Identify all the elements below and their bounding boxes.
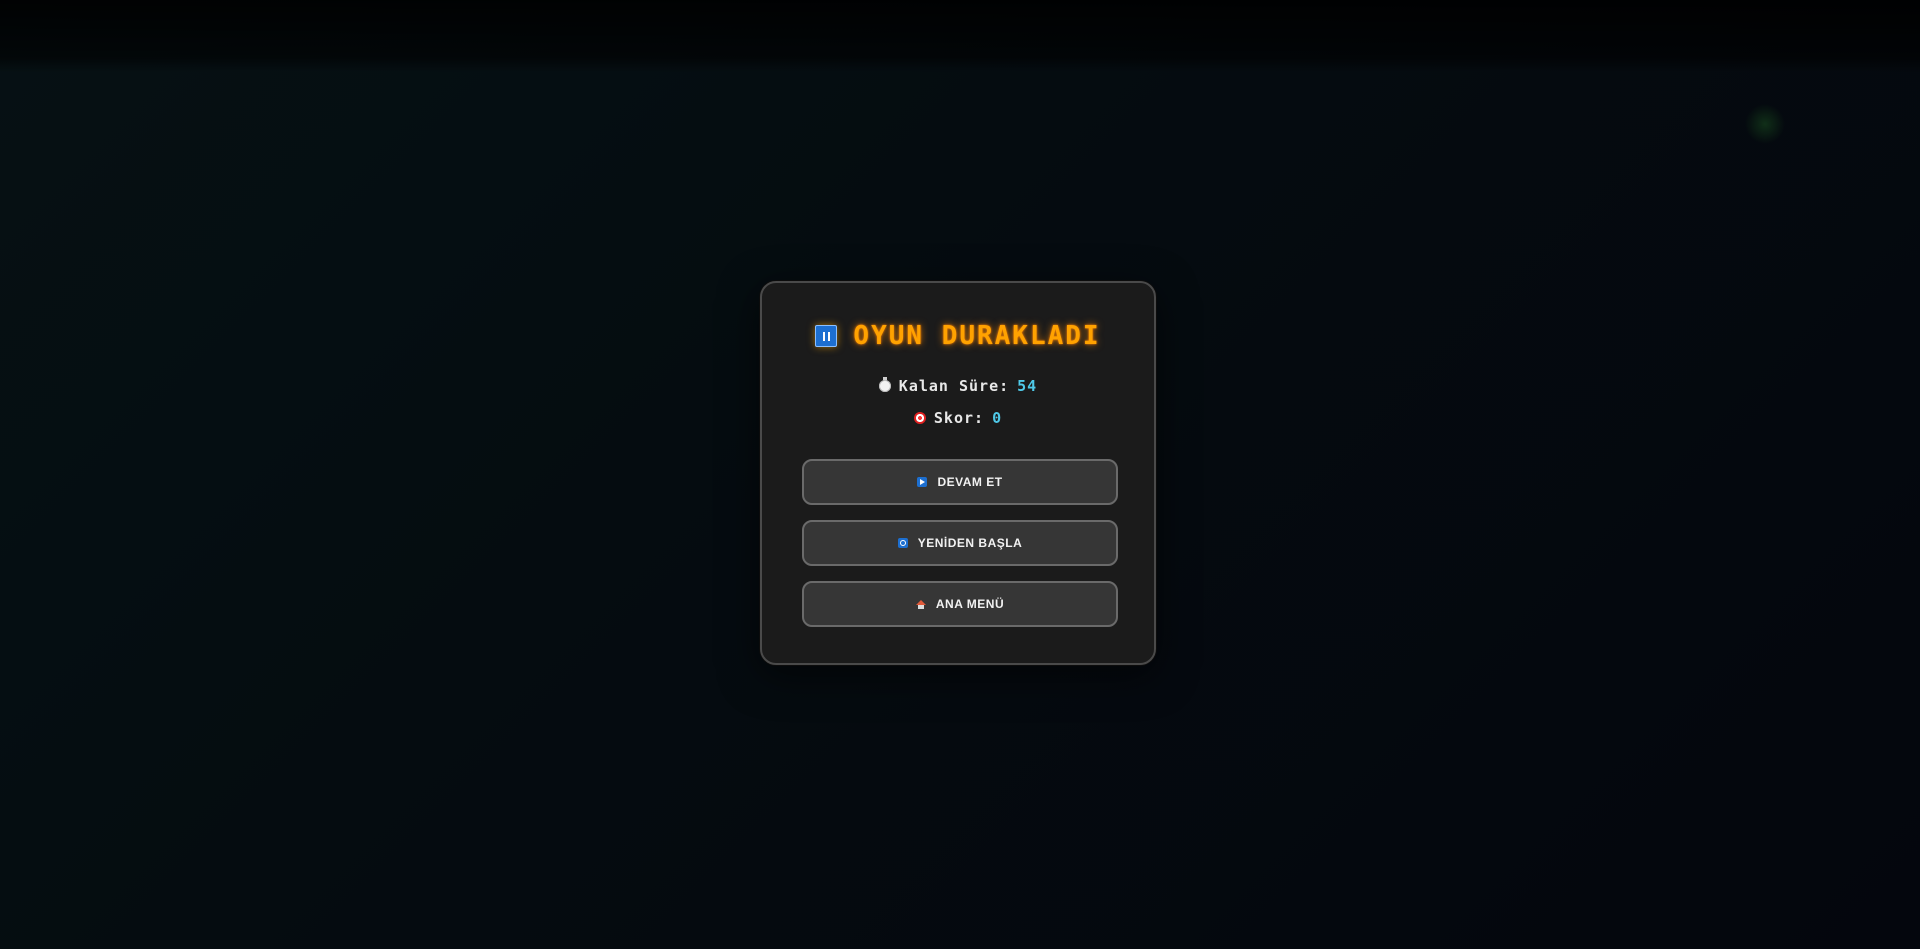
restart-button-label: YENİDEN BAŞLA [917, 536, 1023, 550]
target-icon [913, 412, 926, 424]
remaining-time: Kalan Süre: 54 [762, 377, 1154, 395]
main-menu-button[interactable]: ANA MENÜ [802, 581, 1118, 627]
remaining-time-label: Kalan Süre: [898, 377, 1010, 395]
pause-icon [815, 325, 838, 347]
pause-title: OYUN DURAKLADI [853, 321, 1101, 351]
remaining-time-value: 54 [1017, 377, 1038, 395]
main-menu-button-label: ANA MENÜ [935, 597, 1005, 611]
score-value: 0 [992, 409, 1003, 427]
resume-button[interactable]: DEVAM ET [802, 459, 1118, 505]
pause-menu-panel: OYUN DURAKLADI Kalan Süre: 54 Skor: 0 DE… [760, 281, 1156, 665]
restart-button[interactable]: YENİDEN BAŞLA [802, 520, 1118, 566]
play-icon [917, 477, 928, 487]
resume-button-label: DEVAM ET [937, 475, 1003, 489]
pause-title-row: OYUN DURAKLADI [762, 321, 1154, 351]
score: Skor: 0 [762, 409, 1154, 427]
score-label: Skor: [933, 409, 985, 427]
home-icon [915, 599, 926, 609]
stopwatch-icon [878, 377, 891, 392]
restart-icon [897, 538, 908, 548]
